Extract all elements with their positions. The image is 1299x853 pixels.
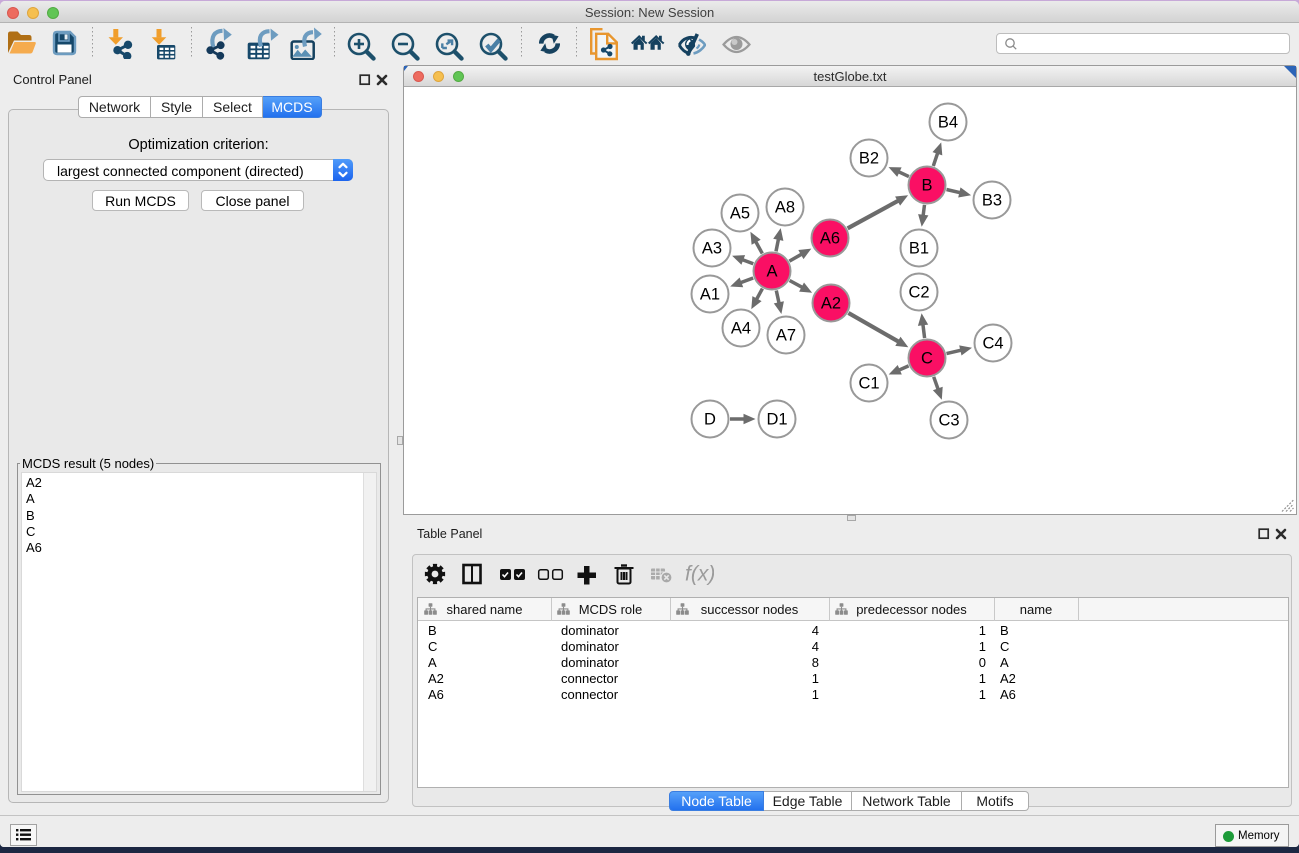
svg-text:C1: C1 <box>858 375 879 393</box>
svg-text:A1: A1 <box>700 286 720 304</box>
svg-text:A7: A7 <box>776 327 796 345</box>
svg-text:B4: B4 <box>938 114 958 132</box>
svg-text:C: C <box>921 350 933 368</box>
svg-text:C2: C2 <box>908 284 929 302</box>
svg-text:A: A <box>766 263 777 281</box>
svg-text:f(x): f(x) <box>685 563 714 586</box>
svg-text:C4: C4 <box>982 335 1003 353</box>
svg-text:A5: A5 <box>730 205 750 223</box>
svg-text:B1: B1 <box>909 240 929 258</box>
svg-text:A3: A3 <box>702 240 722 258</box>
svg-text:D: D <box>704 411 716 429</box>
svg-text:A6: A6 <box>820 230 840 248</box>
svg-text:D1: D1 <box>766 411 787 429</box>
svg-text:B3: B3 <box>982 192 1002 210</box>
svg-text:B2: B2 <box>859 150 879 168</box>
svg-text:C3: C3 <box>938 412 959 430</box>
svg-text:A8: A8 <box>775 199 795 217</box>
svg-text:A4: A4 <box>731 320 751 338</box>
svg-text:B: B <box>921 177 932 195</box>
svg-text:A2: A2 <box>821 295 841 313</box>
